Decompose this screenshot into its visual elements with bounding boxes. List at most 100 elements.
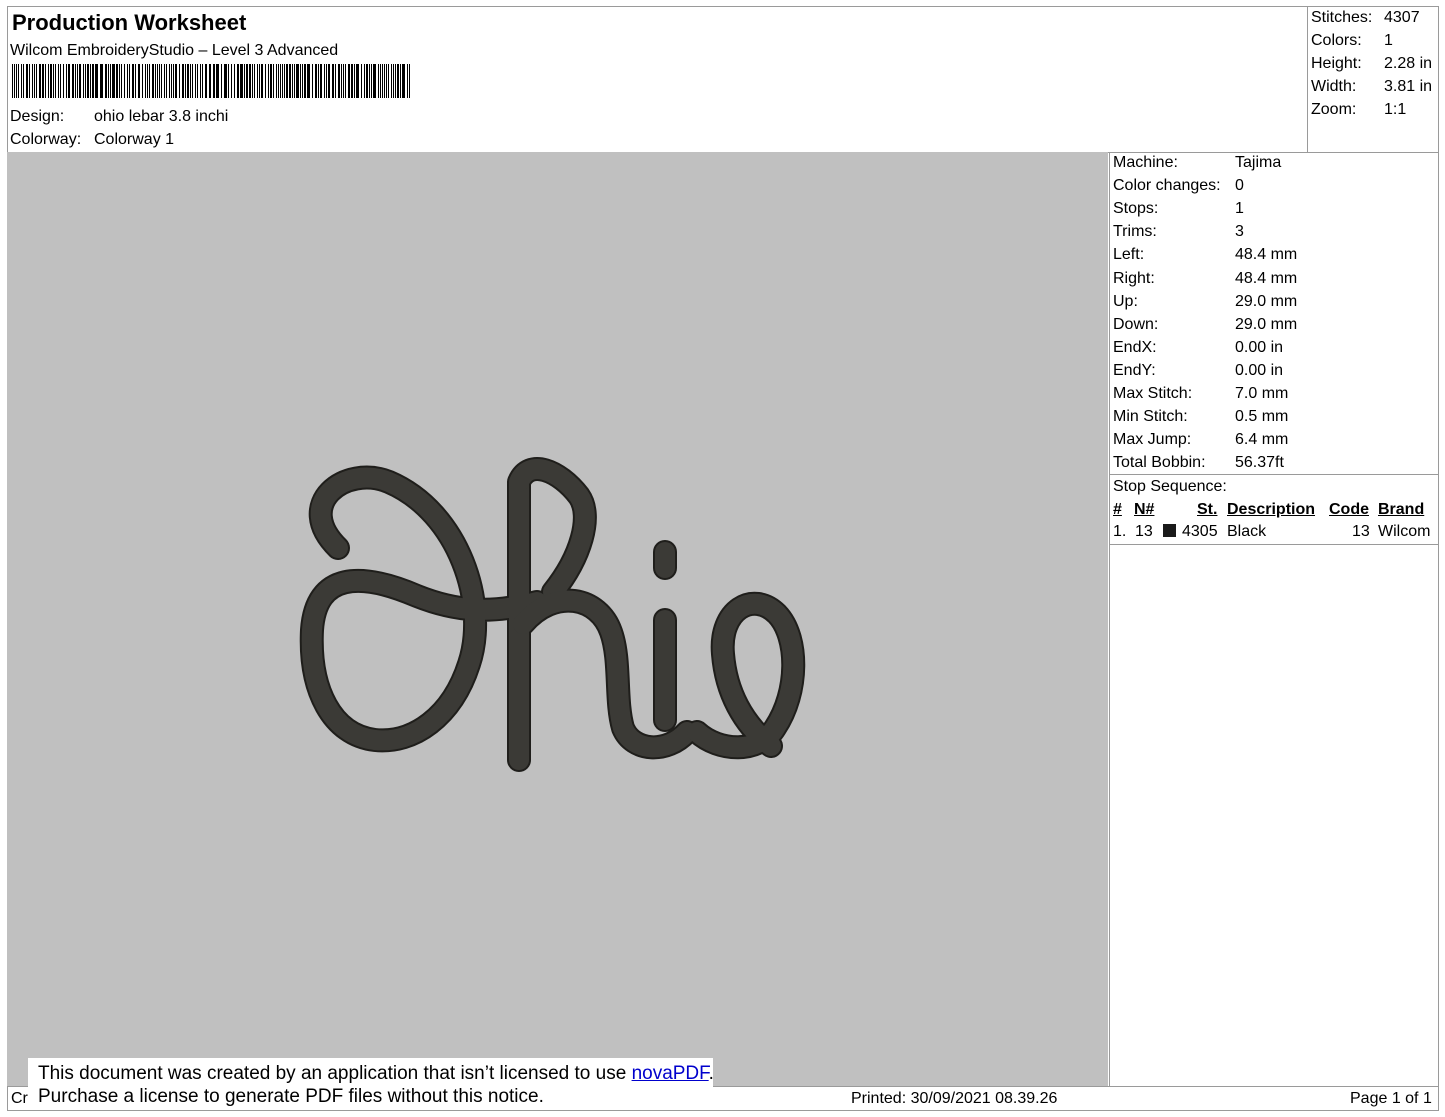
design-label: Design: <box>10 108 65 125</box>
barcode-bar <box>332 64 334 98</box>
barcode-bar <box>135 64 136 98</box>
barcode-bar <box>318 64 319 98</box>
barcode-bar <box>157 64 158 98</box>
stop-sequence-row: 1. 13 4305 Black 13 Wilcom <box>1113 522 1435 542</box>
row-code: 13 <box>1352 523 1370 540</box>
barcode-bar <box>39 64 41 98</box>
barcode-bar <box>42 64 44 98</box>
detail-label: Down: <box>1113 315 1159 333</box>
header-description: Description <box>1227 501 1316 518</box>
row-description: Black <box>1227 523 1267 540</box>
barcode-bar <box>48 64 49 98</box>
barcode-bar <box>45 64 46 98</box>
barcode-bar <box>90 64 91 98</box>
header-num: # <box>1113 501 1122 518</box>
barcode-bar <box>237 64 239 98</box>
barcode-bar <box>292 64 293 98</box>
detail-value: 1 <box>1235 200 1244 218</box>
barcode-bar <box>87 64 89 98</box>
barcode-bar <box>335 64 336 98</box>
barcode-bar <box>259 64 260 98</box>
detail-label: EndY: <box>1113 361 1156 379</box>
barcode-bar <box>60 64 61 98</box>
detail-value: 3 <box>1235 223 1244 241</box>
detail-label: Right: <box>1113 269 1155 287</box>
barcode-bar <box>75 64 76 98</box>
barcode-bar <box>246 64 248 98</box>
barcode-bar <box>36 64 37 98</box>
barcode-bar <box>366 64 368 98</box>
barcode-bar <box>18 64 19 98</box>
barcode-bar <box>195 64 196 98</box>
barcode-bar <box>105 64 107 98</box>
barcode-bar <box>164 64 165 98</box>
barcode-bar <box>407 64 408 98</box>
barcode-bar <box>138 64 140 98</box>
barcode-bar <box>254 64 255 98</box>
detail-value: 56.37ft <box>1235 454 1284 472</box>
design-preview <box>7 152 1108 1087</box>
detail-label: EndX: <box>1113 338 1157 356</box>
detail-label: Color changes: <box>1113 177 1221 195</box>
details-panel: Machine: Tajima Color changes: 0 Stops: 1 Trim… <box>1113 152 1435 482</box>
barcode-bar <box>26 64 28 98</box>
barcode-bar <box>112 64 115 98</box>
barcode-bar <box>348 64 350 98</box>
barcode-bar <box>240 64 243 98</box>
barcode-bar <box>202 64 203 98</box>
barcode-bar <box>79 64 81 98</box>
summary-label: Height: <box>1311 55 1362 72</box>
detail-label: Min Stitch: <box>1113 408 1188 426</box>
printed-date: Printed: 30/09/2021 08.39.26 <box>851 1090 1058 1107</box>
detail-value: Tajima <box>1235 154 1282 171</box>
barcode-bar <box>50 64 52 98</box>
detail-label: Total Bobbin: <box>1113 454 1206 472</box>
barcode-bar <box>380 64 381 98</box>
barcode-bar <box>324 64 325 98</box>
barcode-bar <box>326 64 327 98</box>
barcode-bar <box>273 64 274 98</box>
barcode-bar <box>265 64 266 98</box>
barcode-bar <box>270 64 272 98</box>
barcode-bar <box>142 64 143 98</box>
page-number: Page 1 of 1 <box>1350 1090 1432 1107</box>
barcode-bar <box>216 64 219 98</box>
barcode-bar <box>361 64 362 98</box>
detail-value: 29.0 mm <box>1235 315 1298 333</box>
barcode-bar <box>345 64 346 98</box>
ohio-embroidery <box>299 457 806 772</box>
barcode-bar <box>402 64 405 98</box>
stop-sequence-label: Stop Sequence: <box>1113 478 1227 495</box>
stop-sequence-header: # N# St. Description Code Brand <box>1113 500 1435 520</box>
summary-label: Width: <box>1311 78 1357 95</box>
barcode-bar <box>209 64 211 98</box>
barcode-bar <box>173 64 174 98</box>
barcode-bar <box>21 64 22 98</box>
notice-line-2: Purchase a license to generate PDF files… <box>38 1086 544 1107</box>
barcode-bar <box>129 64 130 98</box>
detail-value: 0.5 mm <box>1235 408 1289 426</box>
footer-left-fragment: Cr <box>11 1090 28 1107</box>
detail-label: Machine: <box>1113 154 1178 171</box>
barcode-bar <box>300 64 301 98</box>
barcode-bar <box>83 64 84 98</box>
barcode-bar <box>85 64 86 98</box>
row-n: 13 <box>1135 523 1153 540</box>
barcode-bar <box>369 64 370 98</box>
barcode-bar <box>351 64 353 98</box>
barcode-bar <box>395 64 396 98</box>
barcode-bar <box>110 64 111 98</box>
detail-value: 48.4 mm <box>1235 269 1298 287</box>
barcode-bar <box>185 64 186 98</box>
detail-label: Stops: <box>1113 200 1159 218</box>
barcode-bar <box>364 64 365 98</box>
detail-label: Max Jump: <box>1113 431 1192 449</box>
barcode-bar <box>224 64 227 98</box>
barcode-bar <box>187 64 189 98</box>
barcode-bar <box>145 64 146 98</box>
detail-label: Trims: <box>1113 223 1157 241</box>
novapdf-link[interactable]: novaPDF <box>632 1063 709 1084</box>
barcode-bar <box>296 64 299 98</box>
summary-label: Stitches: <box>1311 9 1373 26</box>
barcode-bar <box>382 64 383 98</box>
